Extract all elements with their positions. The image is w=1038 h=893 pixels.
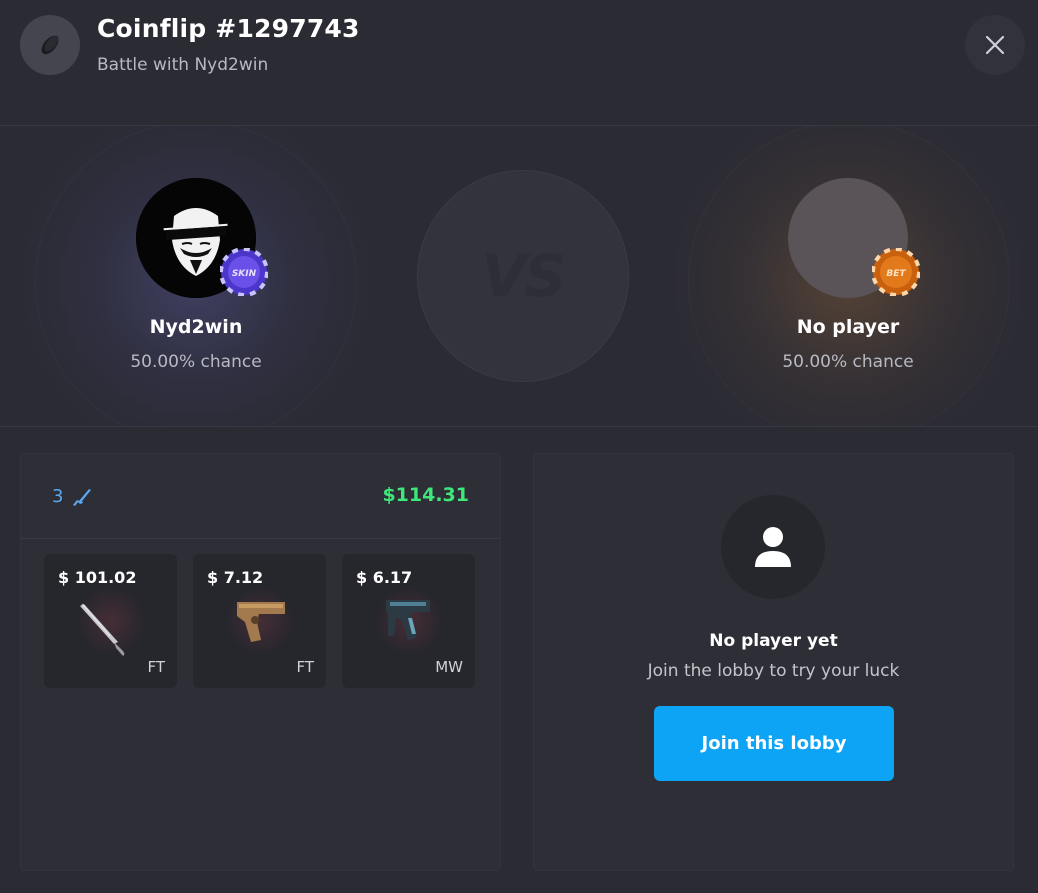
total-value: $114.31: [382, 484, 469, 506]
page-subtitle: Battle with Nyd2win: [97, 55, 269, 75]
skin-chip: SKIN: [219, 247, 269, 297]
items-panel: 3 $114.31 $ 101.02 FT $ 7.12 FT $ 6.17 M…: [20, 453, 501, 871]
player-chance: 50.00% chance: [782, 352, 914, 372]
item-price: $ 6.17: [356, 568, 413, 587]
item-card[interactable]: $ 101.02 FT: [44, 554, 177, 688]
vs-label: VS: [481, 242, 567, 310]
item-card[interactable]: $ 6.17 MW: [342, 554, 475, 688]
pistol-icon: [219, 592, 299, 666]
svg-text:SKIN: SKIN: [232, 269, 257, 279]
vs-badge: VS: [417, 170, 629, 382]
smg-icon: [368, 592, 448, 666]
bet-chip: BET: [871, 247, 921, 297]
rifle-icon: [71, 485, 93, 511]
page-title: Coinflip #1297743: [97, 14, 360, 43]
no-player-subtitle: Join the lobby to try your luck: [647, 661, 900, 681]
join-panel: No player yet Join the lobby to try your…: [533, 453, 1014, 871]
user-placeholder: [721, 495, 825, 599]
no-player-title: No player yet: [709, 631, 838, 651]
player-name: Nyd2win: [149, 316, 243, 338]
coin-icon: [20, 15, 80, 75]
join-lobby-button[interactable]: Join this lobby: [654, 706, 894, 781]
user-icon: [755, 527, 791, 567]
player-chance: 50.00% chance: [130, 352, 262, 372]
knife-icon: [70, 592, 150, 666]
modal-header: Coinflip #1297743 Battle with Nyd2win: [0, 0, 1038, 126]
item-count: 3: [52, 486, 64, 507]
item-wear: FT: [147, 658, 165, 676]
item-card[interactable]: $ 7.12 FT: [193, 554, 326, 688]
close-icon: [985, 35, 1005, 55]
battle-area: SKIN Nyd2win 50.00% chance VS BET No pla…: [0, 126, 1038, 427]
item-price: $ 101.02: [58, 568, 137, 587]
item-wear: FT: [296, 658, 314, 676]
close-button[interactable]: [965, 15, 1025, 75]
svg-text:BET: BET: [886, 269, 906, 279]
item-price: $ 7.12: [207, 568, 264, 587]
item-wear: MW: [435, 658, 463, 676]
player-name: No player: [796, 316, 900, 338]
items-header: 3 $114.31: [21, 454, 500, 539]
player-left: SKIN Nyd2win 50.00% chance: [96, 126, 296, 426]
player-right: BET No player 50.00% chance: [748, 126, 948, 426]
